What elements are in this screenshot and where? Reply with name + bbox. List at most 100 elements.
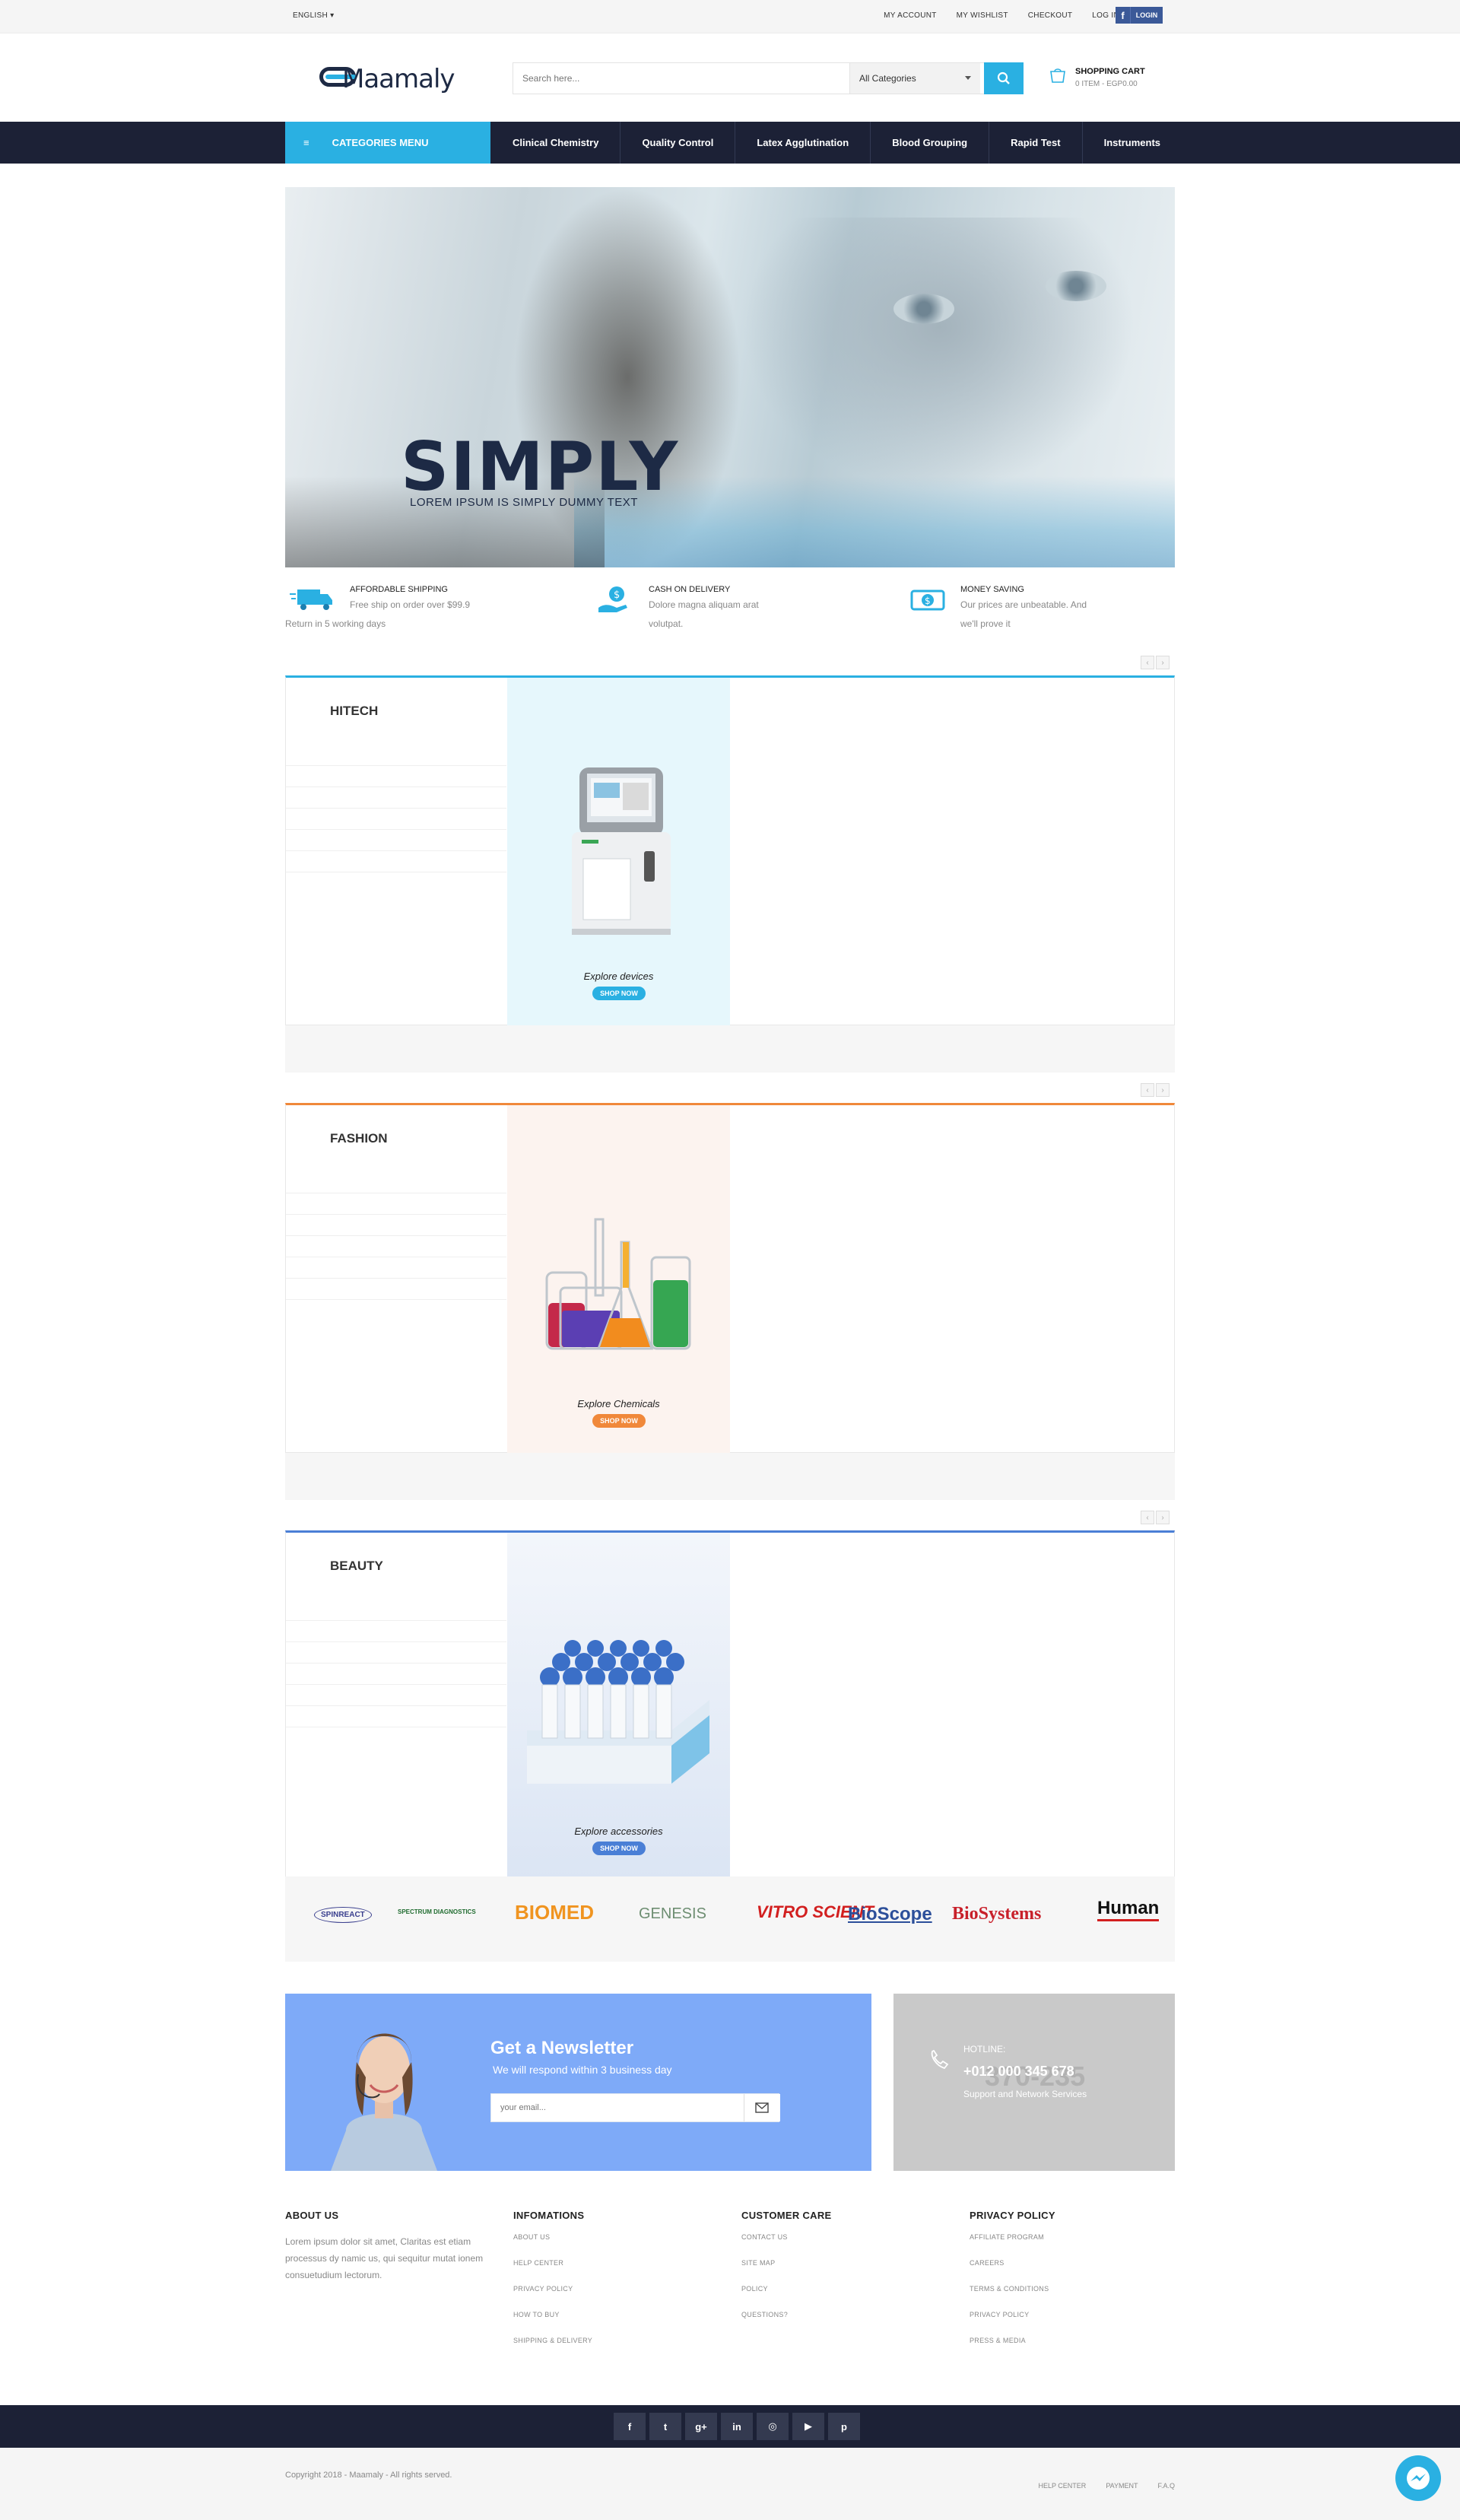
- section-banner[interactable]: Explore Chemicals SHOP NOW: [507, 1105, 730, 1453]
- hotline-service: Support and Network Services: [963, 2089, 1087, 2099]
- footer-link[interactable]: SHIPPING & DELIVERY: [513, 2337, 734, 2363]
- shop-now-button[interactable]: SHOP NOW: [592, 1414, 646, 1428]
- hero-subtitle: LOREM IPSUM IS SIMPLY DUMMY TEXT: [410, 496, 638, 509]
- prev-arrow-icon[interactable]: ‹: [1141, 656, 1154, 669]
- support-agent-image: [331, 2033, 437, 2171]
- prev-arrow-icon[interactable]: ‹: [1141, 1083, 1154, 1097]
- category-select[interactable]: All Categories: [849, 63, 980, 94]
- search-button[interactable]: [984, 62, 1024, 94]
- section-banner[interactable]: Explore devices SHOP NOW: [507, 678, 730, 1025]
- categories-menu-button[interactable]: ≡ CATEGORIES MENU: [285, 122, 490, 164]
- brand-logo[interactable]: BIOMED: [515, 1901, 594, 1924]
- category-list: [286, 1172, 506, 1300]
- footer-link[interactable]: PRIVACY POLICY: [513, 2285, 734, 2311]
- brand-logo[interactable]: BioScope: [848, 1904, 932, 1925]
- linkedin-icon[interactable]: in: [721, 2413, 753, 2440]
- svg-text:$: $: [925, 596, 931, 606]
- my-wishlist-link[interactable]: MY WISHLIST: [957, 11, 1008, 20]
- footer-link[interactable]: HELP CENTER: [513, 2259, 734, 2285]
- twitter-icon[interactable]: t: [649, 2413, 681, 2440]
- copyright: Copyright 2018 - Maamaly - All rights se…: [285, 2471, 452, 2480]
- truck-icon: [290, 589, 332, 610]
- faq-link[interactable]: F.A.Q: [1157, 2482, 1175, 2490]
- youtube-icon[interactable]: ▶: [792, 2413, 824, 2440]
- chemical-flasks-image: [545, 1218, 691, 1350]
- footer-heading: CUSTOMER CARE: [741, 2210, 832, 2221]
- brand-logo[interactable]: SPINREACT: [314, 1907, 372, 1923]
- instagram-icon[interactable]: ◎: [757, 2413, 789, 2440]
- facebook-login-button[interactable]: f LOGIN: [1116, 7, 1163, 24]
- logo[interactable]: Maamaly: [319, 61, 455, 96]
- next-arrow-icon[interactable]: ›: [1156, 1083, 1170, 1097]
- product-section-fashion: FASHION Explore Chemicals SHOP NOW: [285, 1103, 1175, 1453]
- nav-item-quality-control[interactable]: Quality Control: [620, 122, 736, 164]
- pinterest-icon[interactable]: p: [828, 2413, 860, 2440]
- footer-link[interactable]: TERMS & CONDITIONS: [970, 2285, 1190, 2311]
- footer-link[interactable]: PRIVACY POLICY: [970, 2311, 1190, 2337]
- google-plus-icon[interactable]: g+: [685, 2413, 717, 2440]
- nav-item-clinical-chemistry[interactable]: Clinical Chemistry: [491, 122, 621, 164]
- footer-link[interactable]: PRESS & MEDIA: [970, 2337, 1190, 2363]
- cart-summary: 0 ITEM - EGP0.00: [1075, 80, 1138, 88]
- newsletter-email-input[interactable]: [491, 2094, 780, 2121]
- brand-logo[interactable]: SPECTRUM DIAGNOSTICS: [398, 1908, 476, 1915]
- section-title: HITECH: [330, 704, 379, 718]
- footer-link[interactable]: ABOUT US: [513, 2233, 734, 2259]
- search-icon: [997, 72, 1010, 84]
- banner-caption: Explore Chemicals: [577, 1398, 660, 1409]
- section-pager: ‹ ›: [1141, 1511, 1170, 1524]
- my-account-link[interactable]: MY ACCOUNT: [884, 11, 937, 20]
- footer-customer-care: CUSTOMER CARE CONTACT US SITE MAP POLICY…: [741, 2210, 962, 2337]
- footer-link[interactable]: CAREERS: [970, 2259, 1190, 2285]
- checkout-link[interactable]: CHECKOUT: [1028, 11, 1073, 20]
- section-banner[interactable]: Explore accessories SHOP NOW: [507, 1533, 730, 1880]
- footer-about: ABOUT US Lorem ipsum dolor sit amet, Cla…: [285, 2210, 506, 2283]
- analyzer-device-image: [572, 767, 671, 935]
- newsletter-submit-button[interactable]: [744, 2094, 779, 2121]
- hand-coin-icon: $: [598, 586, 627, 612]
- phone-icon: [931, 2049, 949, 2070]
- svg-text:$: $: [614, 589, 620, 601]
- footer-link[interactable]: HOW TO BUY: [513, 2311, 734, 2337]
- footer-link[interactable]: QUESTIONS?: [741, 2311, 962, 2337]
- brand-logo[interactable]: BioSystems: [952, 1904, 1041, 1924]
- footer-informations: INFOMATIONS ABOUT US HELP CENTER PRIVACY…: [513, 2210, 734, 2363]
- hero-banner[interactable]: SIMPLY LOREM IPSUM IS SIMPLY DUMMY TEXT: [285, 187, 1175, 567]
- nav-item-latex-agglutination[interactable]: Latex Agglutination: [735, 122, 871, 164]
- shop-now-button[interactable]: SHOP NOW: [592, 987, 646, 1000]
- footer-link[interactable]: AFFILIATE PROGRAM: [970, 2233, 1190, 2259]
- footer-link[interactable]: CONTACT US: [741, 2233, 962, 2259]
- bottom-links: HELP CENTER PAYMENT F.A.Q: [1038, 2482, 1175, 2490]
- footer-heading: PRIVACY POLICY: [970, 2210, 1055, 2221]
- brand-logo[interactable]: Human: [1097, 1898, 1160, 1921]
- category-list: [286, 745, 506, 872]
- newsletter-form: [490, 2093, 780, 2122]
- hotline-number[interactable]: +012 000 345 678: [963, 2064, 1074, 2080]
- brand-carousel: SPINREACT SPECTRUM DIAGNOSTICS BIOMED GE…: [285, 1876, 1175, 1962]
- hero-headline: SIMPLY: [401, 427, 680, 506]
- next-arrow-icon[interactable]: ›: [1156, 656, 1170, 669]
- nav-item-instruments[interactable]: Instruments: [1083, 122, 1182, 164]
- footer-link[interactable]: SITE MAP: [741, 2259, 962, 2285]
- messenger-icon: [1407, 2467, 1430, 2490]
- footer-link[interactable]: POLICY: [741, 2285, 962, 2311]
- prev-arrow-icon[interactable]: ‹: [1141, 1511, 1154, 1524]
- product-section-hitech: HITECH Explore devices SHOP NOW: [285, 675, 1175, 1025]
- shop-now-button[interactable]: SHOP NOW: [592, 1842, 646, 1855]
- language-selector[interactable]: ENGLISH ▾: [293, 11, 334, 20]
- facebook-icon[interactable]: f: [614, 2413, 646, 2440]
- shopping-cart[interactable]: SHOPPING CART 0 ITEM - EGP0.00: [1048, 65, 1162, 96]
- cart-title: SHOPPING CART: [1075, 67, 1145, 76]
- footer-privacy-policy: PRIVACY POLICY AFFILIATE PROGRAM CAREERS…: [970, 2210, 1190, 2363]
- help-center-link[interactable]: HELP CENTER: [1038, 2482, 1086, 2490]
- section-title: FASHION: [330, 1131, 388, 1146]
- nav-item-blood-grouping[interactable]: Blood Grouping: [871, 122, 990, 164]
- messenger-chat-button[interactable]: [1395, 2455, 1441, 2501]
- next-arrow-icon[interactable]: ›: [1156, 1511, 1170, 1524]
- search-input[interactable]: [513, 63, 848, 94]
- banner-caption: Explore devices: [583, 971, 654, 982]
- nav-item-rapid-test[interactable]: Rapid Test: [989, 122, 1083, 164]
- brand-logo[interactable]: GENESIS: [639, 1905, 706, 1923]
- envelope-icon: [754, 2102, 769, 2113]
- payment-link[interactable]: PAYMENT: [1106, 2482, 1138, 2490]
